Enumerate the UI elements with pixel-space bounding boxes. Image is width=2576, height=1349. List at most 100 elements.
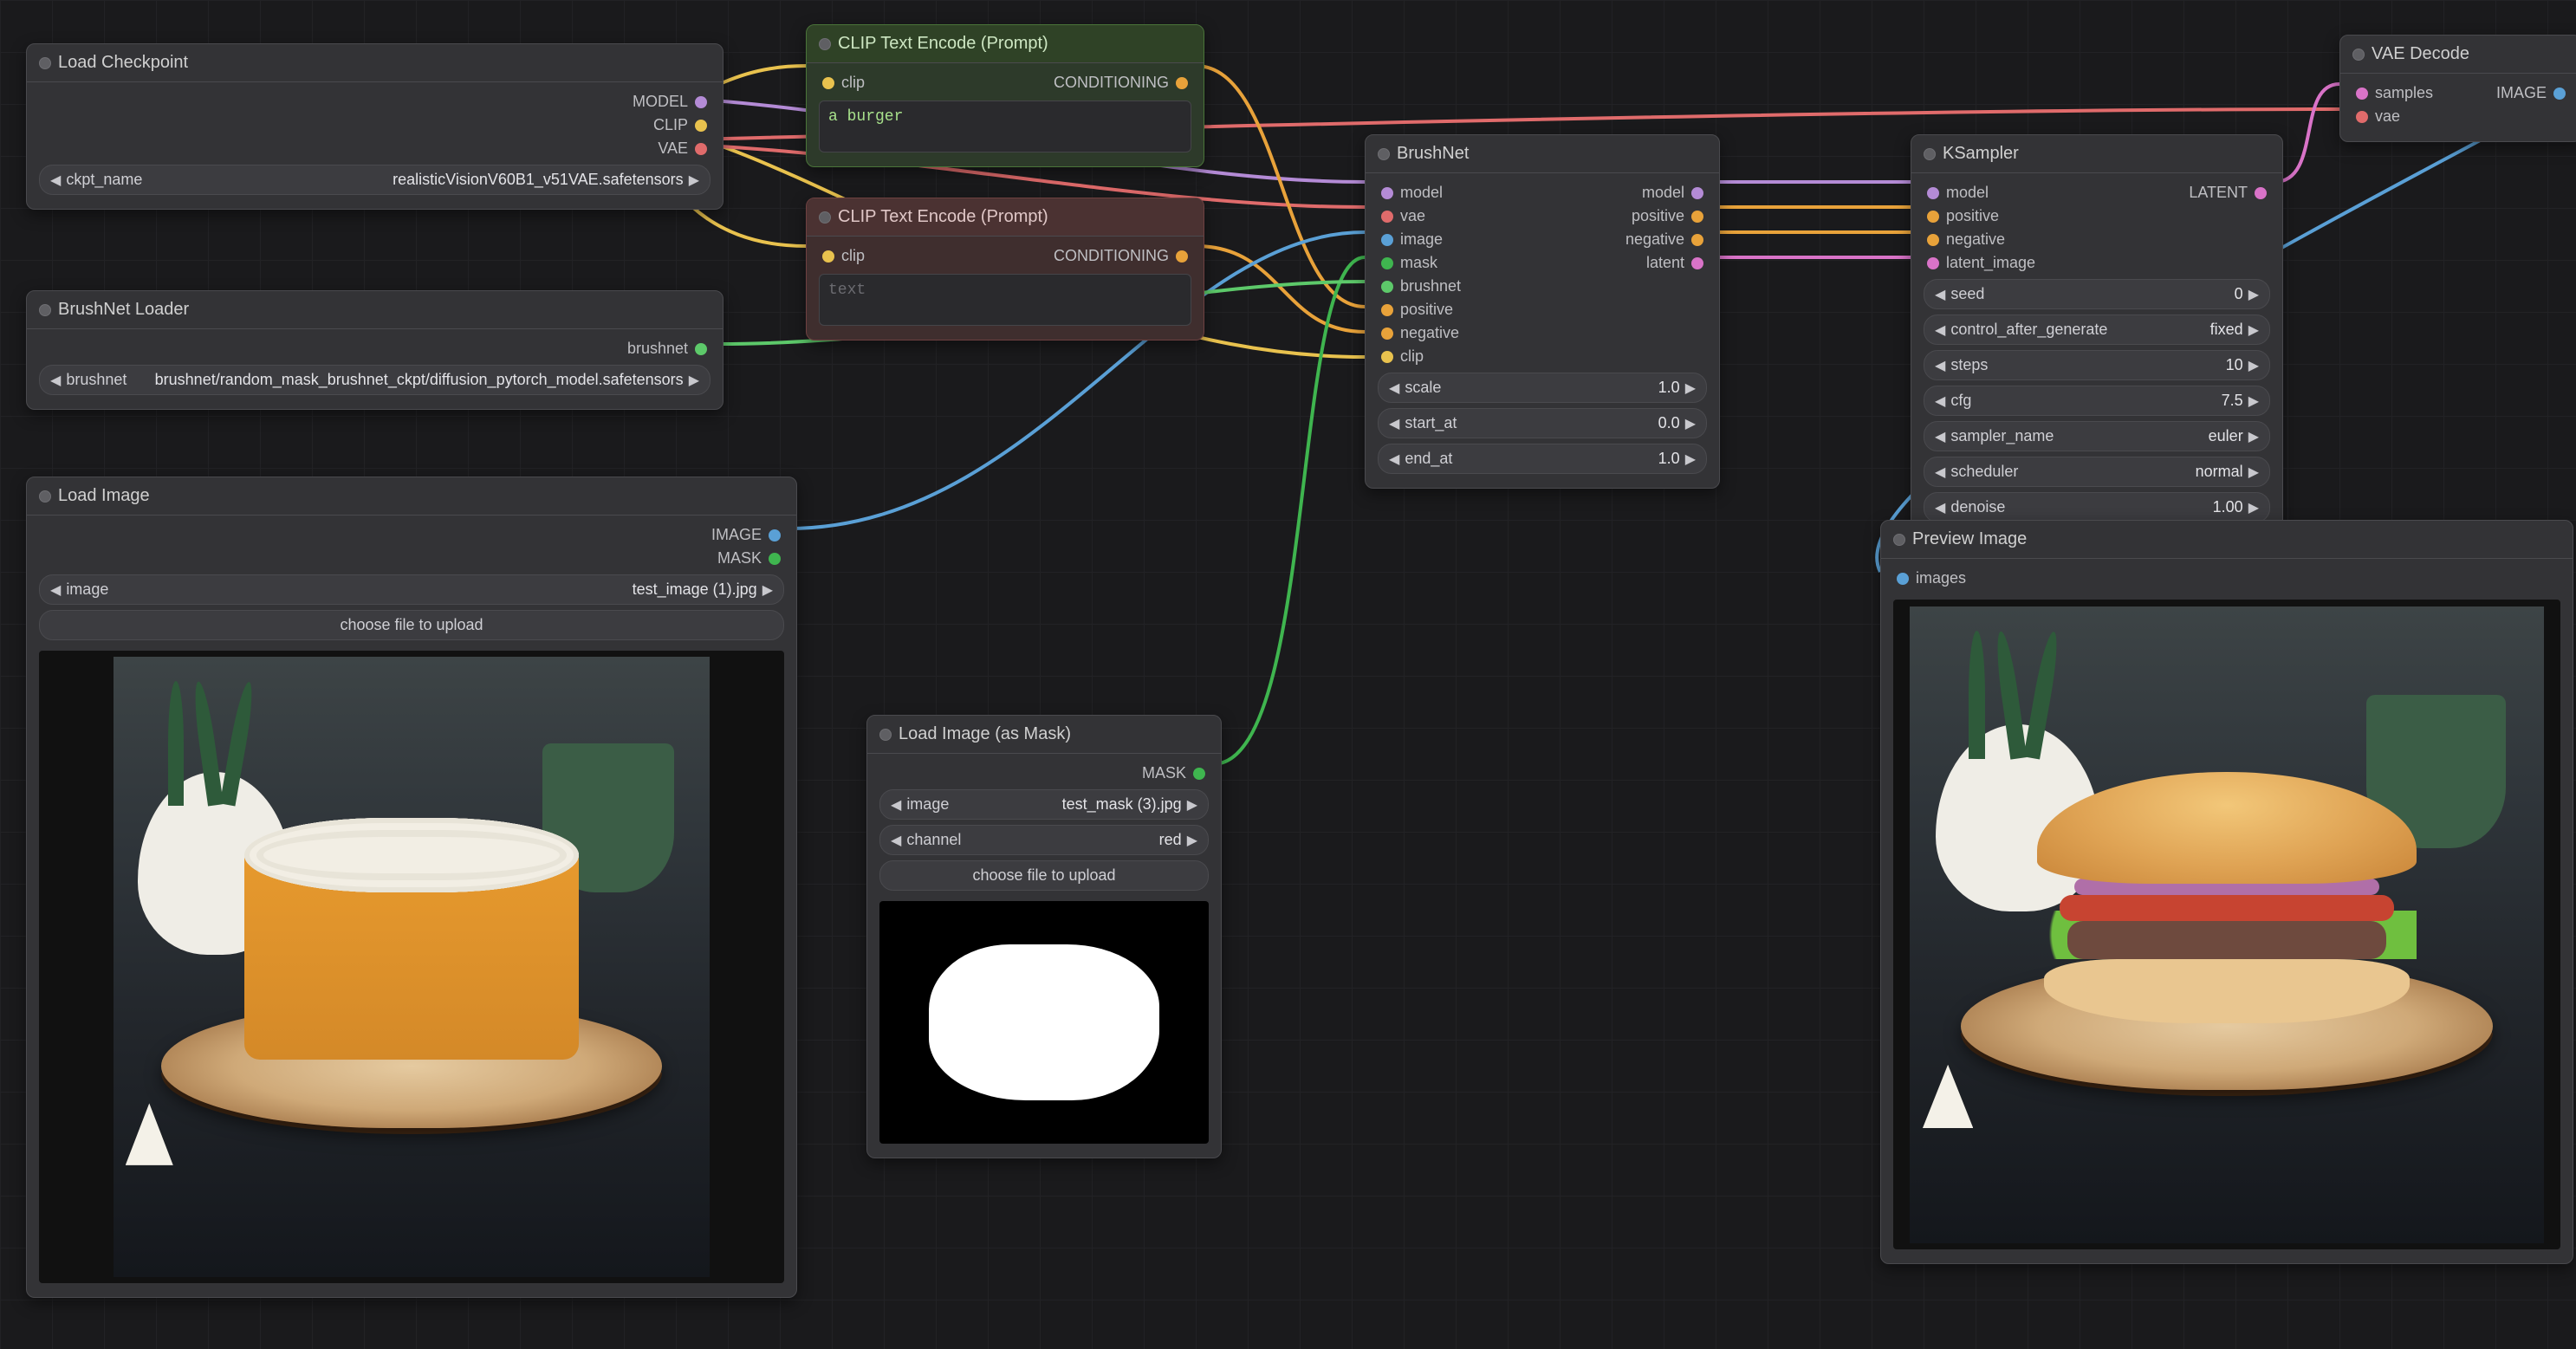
output-model[interactable]: model [1625,184,1703,202]
sampler-name-widget[interactable]: ◀sampler_nameeuler▶ [1924,421,2270,451]
output-model[interactable]: MODEL [633,93,707,111]
scale-widget[interactable]: ◀scale1.0▶ [1378,373,1707,403]
input-positive[interactable]: positive [1927,207,2035,225]
end-at-widget[interactable]: ◀end_at1.0▶ [1378,444,1707,474]
node-title-text: Preview Image [1912,529,2027,549]
input-clip[interactable]: clip [822,247,865,265]
chevron-left-icon[interactable]: ◀ [891,796,901,814]
output-latent[interactable]: LATENT [2189,184,2267,202]
steps-widget[interactable]: ◀steps10▶ [1924,350,2270,380]
output-image[interactable]: IMAGE [711,526,781,544]
collapse-icon[interactable] [1378,148,1390,160]
mask-file-selector[interactable]: ◀ image test_mask (3).jpg ▶ [879,789,1209,820]
chevron-right-icon[interactable]: ▶ [1187,832,1197,849]
node-title[interactable]: Load Checkpoint [27,44,723,82]
input-images[interactable]: images [1897,569,1966,587]
chevron-left-icon[interactable]: ◀ [50,372,61,389]
upload-button[interactable]: choose file to upload [879,860,1209,891]
node-title[interactable]: CLIP Text Encode (Prompt) [807,198,1204,237]
node-title[interactable]: Preview Image [1881,521,2573,559]
control-after-generate-widget[interactable]: ◀control_after_generatefixed▶ [1924,315,2270,345]
collapse-icon[interactable] [879,729,892,741]
prompt-text-input[interactable]: text [819,274,1191,326]
input-brushnet[interactable]: brushnet [1381,277,1461,295]
chevron-left-icon[interactable]: ◀ [891,832,901,849]
output-clip[interactable]: CLIP [633,116,707,134]
brushnet-path-selector[interactable]: ◀ brushnet brushnet/random_mask_brushnet… [39,365,711,395]
collapse-icon[interactable] [39,304,51,316]
cfg-widget[interactable]: ◀cfg7.5▶ [1924,386,2270,416]
output-brushnet[interactable]: brushnet [627,340,707,358]
input-negative[interactable]: negative [1381,324,1461,342]
node-load-checkpoint[interactable]: Load Checkpoint MODEL CLIP VAE ◀ ckpt_na… [26,43,723,210]
channel-selector[interactable]: ◀ channel red ▶ [879,825,1209,855]
input-mask[interactable]: mask [1381,254,1461,272]
node-brushnet[interactable]: BrushNet model vae image mask brushnet p… [1365,134,1720,489]
input-model[interactable]: model [1381,184,1461,202]
collapse-icon[interactable] [39,57,51,69]
ckpt-name-selector[interactable]: ◀ ckpt_name realisticVisionV60B1_v51VAE.… [39,165,711,195]
chevron-right-icon[interactable]: ▶ [689,372,699,389]
output-vae[interactable]: VAE [633,139,707,158]
output-latent[interactable]: latent [1625,254,1703,272]
node-vae-decode[interactable]: VAE Decode samples vae IMAGE [2339,35,2576,142]
input-latent-image[interactable]: latent_image [1927,254,2035,272]
input-samples[interactable]: samples [2356,84,2433,102]
scheduler-widget[interactable]: ◀schedulernormal▶ [1924,457,2270,487]
upload-button[interactable]: choose file to upload [39,610,784,640]
input-vae[interactable]: vae [1381,207,1461,225]
collapse-icon[interactable] [819,38,831,50]
node-title[interactable]: BrushNet [1366,135,1719,173]
input-vae[interactable]: vae [2356,107,2433,126]
input-image[interactable]: image [1381,230,1461,249]
output-image[interactable]: IMAGE [2496,84,2566,102]
input-clip[interactable]: clip [1381,347,1461,366]
node-title-text: CLIP Text Encode (Prompt) [838,34,1048,54]
image-file-selector[interactable]: ◀ image test_image (1).jpg ▶ [39,574,784,605]
prompt-text-input[interactable]: a burger [819,101,1191,152]
node-title[interactable]: CLIP Text Encode (Prompt) [807,25,1204,63]
result-preview [1893,600,2560,1249]
node-title-text: Load Image (as Mask) [899,724,1071,744]
node-title-text: Load Image [58,486,150,506]
collapse-icon[interactable] [2352,49,2365,61]
node-ksampler[interactable]: KSampler model positive negative latent_… [1911,134,2283,537]
chevron-left-icon[interactable]: ◀ [50,581,61,599]
output-mask[interactable]: MASK [711,549,781,567]
collapse-icon[interactable] [819,211,831,224]
collapse-icon[interactable] [1893,534,1905,546]
input-negative[interactable]: negative [1927,230,2035,249]
node-title-text: BrushNet Loader [58,300,189,320]
node-title-text: VAE Decode [2372,44,2469,64]
start-at-widget[interactable]: ◀start_at0.0▶ [1378,408,1707,438]
output-conditioning[interactable]: CONDITIONING [1054,247,1188,265]
chevron-left-icon[interactable]: ◀ [50,172,61,189]
output-mask[interactable]: MASK [1142,764,1205,782]
denoise-widget[interactable]: ◀denoise1.00▶ [1924,492,2270,522]
node-preview-image[interactable]: Preview Image images [1880,520,2573,1264]
output-negative[interactable]: negative [1625,230,1703,249]
output-positive[interactable]: positive [1625,207,1703,225]
node-title[interactable]: BrushNet Loader [27,291,723,329]
mask-preview [879,901,1209,1144]
seed-widget[interactable]: ◀seed0▶ [1924,279,2270,309]
node-title[interactable]: KSampler [1911,135,2282,173]
input-clip[interactable]: clip [822,74,865,92]
node-clip-text-encode-positive[interactable]: CLIP Text Encode (Prompt) clip CONDITION… [806,24,1204,167]
node-title[interactable]: Load Image [27,477,796,516]
collapse-icon[interactable] [1924,148,1936,160]
node-load-image[interactable]: Load Image IMAGE MASK ◀ image test_image… [26,477,797,1298]
node-title[interactable]: Load Image (as Mask) [867,716,1221,754]
collapse-icon[interactable] [39,490,51,503]
node-title-text: CLIP Text Encode (Prompt) [838,207,1048,227]
input-positive[interactable]: positive [1381,301,1461,319]
chevron-right-icon[interactable]: ▶ [689,172,699,189]
node-brushnet-loader[interactable]: BrushNet Loader brushnet ◀ brushnet brus… [26,290,723,410]
chevron-right-icon[interactable]: ▶ [1187,796,1197,814]
node-clip-text-encode-negative[interactable]: CLIP Text Encode (Prompt) clip CONDITION… [806,198,1204,340]
input-model[interactable]: model [1927,184,2035,202]
node-title[interactable]: VAE Decode [2340,36,2576,74]
node-load-image-as-mask[interactable]: Load Image (as Mask) MASK ◀ image test_m… [866,715,1222,1158]
chevron-right-icon[interactable]: ▶ [762,581,773,599]
output-conditioning[interactable]: CONDITIONING [1054,74,1188,92]
